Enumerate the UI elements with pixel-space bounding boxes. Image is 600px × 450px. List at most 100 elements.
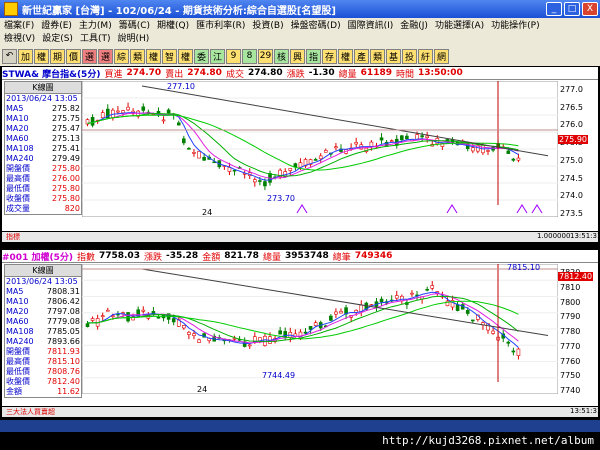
kline-row-value: 7812.40 [46, 377, 80, 386]
time-label: 時間 [395, 69, 414, 80]
toolbar-button-20[interactable]: 存 [322, 48, 337, 64]
toolbar-button-19[interactable]: 指 [306, 48, 321, 64]
kline-row-value: 7815.10 [46, 357, 80, 366]
menu-item-2-2[interactable]: 工具(T) [80, 31, 111, 44]
candle [258, 180, 262, 182]
toolbar-button-18[interactable]: 興 [290, 48, 305, 64]
kline-row-label: MA108 [6, 144, 34, 153]
candle [298, 162, 303, 168]
top-chart-panel: STWA& 摩台指&(5分) 買進 274.70 賣出 274.80 成交 27… [2, 67, 598, 231]
candle [182, 325, 186, 329]
menu-item-10[interactable]: 功能選擇(A) [435, 18, 484, 31]
kline-row: MA5 275.82 [5, 104, 81, 114]
kline-row-value: 7811.93 [46, 347, 80, 356]
candle [379, 298, 384, 303]
menu-item-2-1[interactable]: 設定(S) [42, 31, 73, 44]
toolbar-button-15[interactable]: 8 [242, 48, 257, 64]
toolbar-button-6[interactable]: 選 [98, 48, 113, 64]
menu-item-3[interactable]: 籌碼(C) [119, 18, 150, 31]
candle [415, 134, 419, 140]
bottom-kline-box: K線圖 2013/06/24 13:05 MA5 7808.31 MA10 7806.… [4, 264, 82, 398]
toolbar-button-22[interactable]: 產 [354, 48, 369, 64]
candle [141, 106, 146, 111]
toolbar: ↶ 加權期價選選綜類權智權委江 9 8 29 核興指存權產類基投紆網 [0, 46, 600, 66]
menu-item-2[interactable]: 主力(M) [79, 18, 112, 31]
candle [369, 141, 374, 147]
toolbar-button-14[interactable]: 9 [226, 48, 241, 64]
kline-row-label: 收盤價 [6, 194, 30, 203]
toolbar-button-13[interactable]: 江 [210, 48, 225, 64]
menu-item-2-0[interactable]: 檢視(V) [4, 31, 35, 44]
amount-label: 金額 [202, 252, 221, 263]
toolbar-button-24[interactable]: 基 [386, 48, 401, 64]
toolbar-button-21[interactable]: 權 [338, 48, 353, 64]
menu-item-0[interactable]: 檔案(F) [4, 18, 34, 31]
price-marker: 7812.40 [558, 272, 594, 281]
menu-item-9[interactable]: 金融(J) [400, 18, 428, 31]
symbol-label: STWA& 摩台指&(5分) [2, 69, 101, 80]
minimize-button[interactable]: _ [546, 2, 562, 16]
toolbar-button-10[interactable]: 智 [162, 48, 177, 64]
toolbar-button-8[interactable]: 類 [130, 48, 145, 64]
toolbar-button-2[interactable]: 權 [34, 48, 49, 64]
toolbar-button-4[interactable]: 價 [66, 48, 81, 64]
kline-row-label: MA20 [6, 307, 29, 316]
window-title: 新世紀贏家 [台灣] - 102/06/24 - 期貨技術分析:綜合自選股[名望… [22, 5, 336, 17]
maximize-button[interactable]: □ [564, 2, 580, 16]
menu-item-1[interactable]: 證券(E) [41, 18, 72, 31]
menu-item-7[interactable]: 操盤密碼(D) [291, 18, 341, 31]
toolbar-button-12[interactable]: 委 [194, 48, 209, 64]
toolbar-button-27[interactable]: 網 [434, 48, 449, 64]
kline-row: MA240 279.49 [5, 154, 81, 164]
buy-label: 買進 [104, 69, 123, 80]
kline-row-value: 276.00 [52, 174, 80, 183]
toolbar-button-5[interactable]: 選 [82, 48, 97, 64]
x-axis-label: 24 [202, 208, 212, 217]
high-label: 7815.10 [507, 264, 540, 272]
menu-item-4[interactable]: 期權(Q) [157, 18, 189, 31]
toolbar-button-26[interactable]: 紆 [418, 48, 433, 64]
toolbar-button-9[interactable]: 權 [146, 48, 161, 64]
kline-row-value: 7893.66 [46, 337, 80, 346]
toolbar-button-1[interactable]: 加 [18, 48, 33, 64]
candle [303, 331, 308, 334]
menu-item-8[interactable]: 國際資訊(I) [348, 18, 394, 31]
kline-row: MA10 275.75 [5, 114, 81, 124]
menu-item-6[interactable]: 投資(B) [252, 18, 283, 31]
kline-row-label: 金額 [6, 387, 22, 396]
toolbar-button-3[interactable]: 期 [50, 48, 65, 64]
menu-item-11[interactable]: 功能操作(P) [491, 18, 539, 31]
toolbar-button-0[interactable]: ↶ [2, 48, 17, 64]
candle [313, 322, 318, 326]
kline-row-value: 275.41 [52, 144, 80, 153]
toolbar-button-7[interactable]: 綜 [114, 48, 129, 64]
kline-row-label: 成交量 [6, 204, 30, 213]
volume-value: 3953748 [284, 251, 329, 261]
toolbar-button-25[interactable]: 投 [402, 48, 417, 64]
kline-row-label: MA108 [6, 327, 34, 336]
kline-row-label: MA60 [6, 134, 29, 143]
kline-row: 最高價 276.00 [5, 174, 81, 184]
menu-item-5[interactable]: 匯市利率(R) [196, 18, 245, 31]
menu-item-2-3[interactable]: 說明(H) [117, 31, 149, 44]
kline-row-label: 開盤價 [6, 347, 30, 356]
status-bar: http://kujd3268.pixnet.net/album [0, 432, 600, 450]
kline-row-value: 275.80 [52, 194, 80, 203]
kline-row: MA108 275.41 [5, 144, 81, 154]
count-label: 總筆 [332, 252, 351, 263]
toolbar-button-11[interactable]: 權 [178, 48, 193, 64]
bottom-sub-bar: 三大法人買賣超 13:51:31 [2, 407, 600, 417]
time-value: 13:50:00 [418, 68, 463, 78]
toolbar-button-23[interactable]: 類 [370, 48, 385, 64]
candle [313, 159, 318, 161]
candle [247, 344, 252, 347]
toolbar-button-17[interactable]: 核 [274, 48, 289, 64]
candle [288, 168, 293, 171]
candle [506, 150, 511, 154]
toolbar-button-16[interactable]: 29 [258, 48, 273, 64]
top-candlestick-chart[interactable]: 277.10 273.70 24 [82, 81, 558, 217]
kline-row-value: 275.47 [52, 124, 80, 133]
close-button[interactable]: X [582, 2, 598, 16]
bottom-candlestick-chart[interactable]: 7815.10 7744.49 24 [82, 264, 558, 394]
top-sub-bar: 指標 1.000000 13:51:31 [2, 232, 600, 242]
